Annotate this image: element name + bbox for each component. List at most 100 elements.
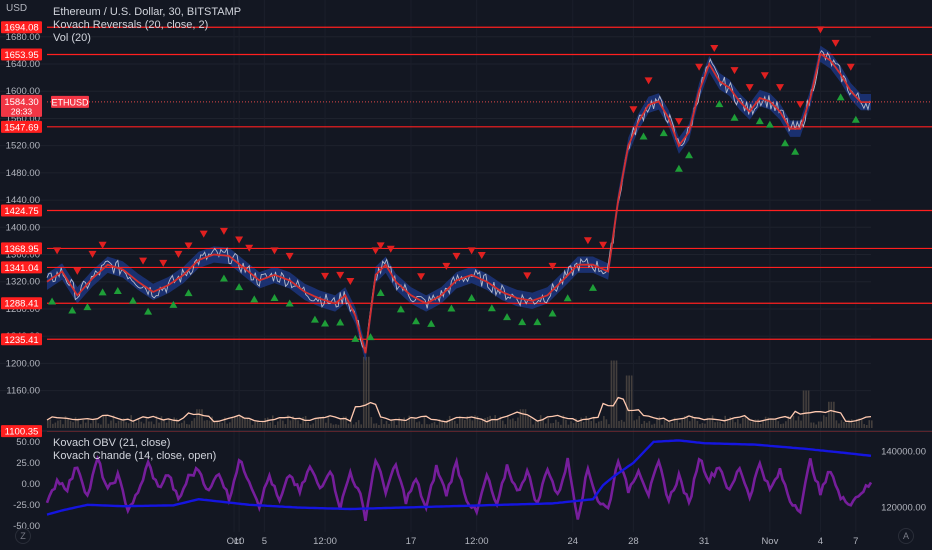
price-axis-tick-label: 1520.00: [6, 141, 40, 152]
volume-bar: [352, 424, 355, 428]
volume-bar: [368, 356, 370, 428]
volume-bar: [87, 418, 90, 428]
volume-bar: [721, 423, 724, 428]
volume-bar: [759, 423, 762, 428]
volume-bar: [833, 401, 835, 428]
volume-bar: [479, 420, 481, 428]
volume-bar: [752, 421, 754, 428]
volume-bar: [314, 417, 317, 428]
volume-bar: [618, 420, 620, 428]
volume-bar: [587, 419, 590, 428]
volume-bar: [835, 420, 838, 428]
volume-bar: [375, 423, 378, 428]
volume-bar: [780, 424, 782, 428]
volume-bar: [337, 424, 340, 428]
volume-bar: [605, 419, 608, 428]
volume-bar: [130, 415, 133, 428]
auto-scale-button[interactable]: A: [898, 528, 914, 544]
volume-bar: [792, 415, 795, 428]
volume-bar: [335, 424, 337, 428]
volume-bar: [317, 418, 320, 428]
volume-bar: [529, 417, 532, 428]
volume-bar: [565, 419, 567, 428]
volume-bar: [557, 421, 560, 428]
price-axis-tick-label: 1480.00: [6, 168, 40, 179]
volume-bar: [178, 423, 181, 428]
volume-bar: [711, 415, 714, 428]
volume-bar: [590, 421, 593, 428]
level-label-text: 1653.95: [4, 50, 38, 61]
volume-bar: [191, 420, 193, 428]
volume-bar: [428, 424, 431, 428]
volume-bar: [731, 417, 734, 428]
volume-bar: [97, 423, 100, 428]
volume-bar: [843, 421, 845, 428]
volume-bar: [863, 424, 866, 428]
volume-bar: [362, 356, 365, 428]
volume-bar: [547, 418, 550, 428]
volume-bar: [67, 419, 69, 428]
volume-bar: [742, 417, 744, 428]
volume-bar: [332, 424, 335, 428]
volume-bar: [135, 422, 138, 428]
volume-bar: [699, 424, 701, 428]
volume-bar: [196, 409, 198, 428]
volume-bar: [696, 420, 699, 428]
symbol-legend[interactable]: Ethereum / U.S. Dollar, 30, BITSTAMP: [53, 6, 241, 18]
time-axis-tick-label: 10: [234, 536, 245, 547]
volume-bar: [648, 421, 651, 428]
indicator-legend-reversals[interactable]: Kovach Reversals (20, close, 2): [53, 19, 208, 31]
indicator-legend-obv[interactable]: Kovach OBV (21, close): [53, 437, 170, 449]
volume-bar: [259, 422, 261, 428]
volume-bar: [277, 421, 279, 428]
volume-bar: [453, 420, 456, 428]
volume-bar: [365, 356, 368, 428]
volume-bar: [555, 419, 557, 428]
indicator-legend-volume[interactable]: Vol (20): [53, 32, 91, 44]
volume-bar: [431, 423, 433, 428]
volume-bar: [226, 423, 229, 428]
volume-bar: [302, 417, 304, 428]
volume-bar: [62, 424, 64, 428]
volume-bar: [469, 418, 471, 428]
time-axis-tick-label: 31: [699, 536, 710, 547]
volume-bar: [198, 409, 201, 428]
level-label-text: 1288.41: [4, 299, 38, 310]
volume-bar: [522, 409, 524, 428]
chart-canvas[interactable]: 1160.001200.001240.001280.001320.001360.…: [0, 0, 932, 550]
volume-bar: [221, 422, 224, 428]
volume-bar: [840, 420, 843, 428]
time-axis-tick-label: 12:00: [465, 536, 489, 547]
volume-bar: [623, 421, 625, 428]
volume-bar: [838, 423, 840, 428]
indicator-legend-chande[interactable]: Kovach Chande (14, close, open): [53, 450, 216, 462]
volume-bar: [860, 420, 863, 428]
volume-bar: [524, 409, 527, 428]
volume-bar: [549, 423, 552, 428]
volume-bar: [633, 420, 636, 428]
volume-bar: [433, 421, 436, 428]
volume-bar: [795, 420, 797, 428]
volume-bar: [153, 424, 155, 428]
volume-bar: [410, 417, 413, 428]
volume-bar: [764, 416, 767, 428]
volume-bar: [853, 422, 855, 428]
volume-bar: [289, 420, 292, 428]
volume-bar: [140, 421, 143, 428]
volume-bar: [620, 419, 623, 428]
volume-bar: [380, 418, 383, 428]
price-axis-tick-label: 1160.00: [6, 386, 40, 397]
volume-bar: [512, 418, 514, 428]
volume-bar: [451, 419, 454, 428]
volume-bar: [830, 401, 833, 428]
zoom-reset-button[interactable]: Z: [15, 528, 31, 544]
volume-bar: [294, 419, 297, 428]
volume-bar: [812, 422, 815, 428]
volume-bar: [309, 424, 312, 428]
volume-bar: [577, 422, 580, 428]
currency-label: USD: [6, 3, 28, 14]
volume-bar: [254, 421, 256, 428]
volume-bar: [638, 415, 641, 428]
volume-bar: [747, 418, 749, 428]
volume-bar: [299, 423, 302, 428]
